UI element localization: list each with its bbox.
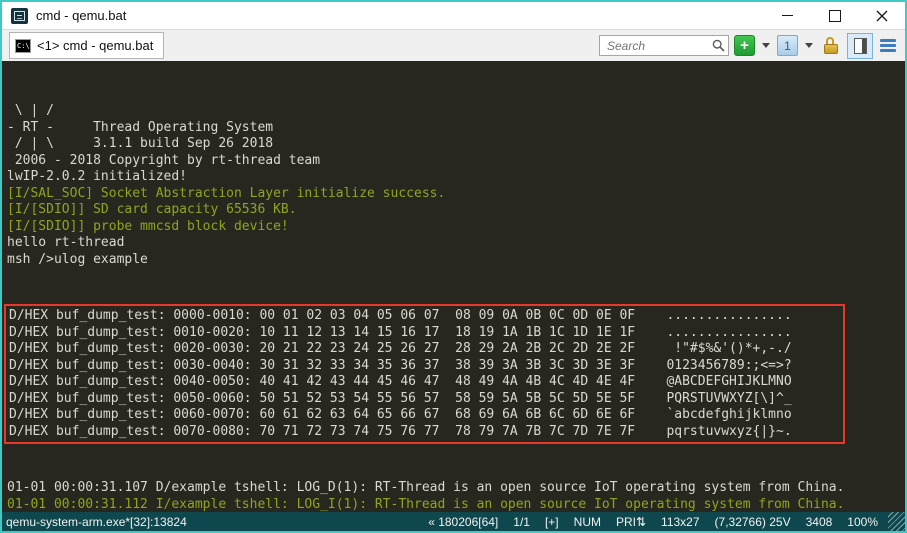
title-bar: cmd - qemu.bat: [2, 2, 905, 29]
status-segment[interactable]: 3408: [806, 515, 833, 529]
hexdump-line: D/HEX buf_dump_test: 0020-0030: 20 21 22…: [9, 341, 843, 358]
search-icon[interactable]: [712, 39, 725, 52]
maximize-icon: [829, 10, 841, 22]
close-icon: [876, 10, 888, 22]
window-switch-button[interactable]: 1: [777, 35, 798, 56]
terminal-line: 01-01 00:00:31.112 I/example tshell: LOG…: [7, 497, 905, 513]
lock-icon[interactable]: [823, 37, 839, 55]
status-segment[interactable]: NUM: [574, 515, 601, 529]
status-bar: qemu-system-arm.exe*[32]:13824 « 180206[…: [2, 512, 905, 531]
conemu-app-icon: [11, 8, 28, 24]
hexdump-highlight-box: D/HEX buf_dump_test: 0000-0010: 00 01 02…: [4, 304, 845, 444]
search-input[interactable]: [605, 38, 712, 54]
maximize-button[interactable]: [811, 2, 858, 29]
hexdump-line: D/HEX buf_dump_test: 0060-0070: 60 61 62…: [9, 407, 843, 424]
status-segment[interactable]: (7,32766) 25V: [715, 515, 791, 529]
hexdump-line: D/HEX buf_dump_test: 0040-0050: 40 41 42…: [9, 374, 843, 391]
terminal-line: 2006 - 2018 Copyright by rt-thread team: [7, 153, 905, 170]
terminal-output[interactable]: \ | /- RT - Thread Operating System / | …: [2, 61, 905, 512]
status-segment[interactable]: [+]: [545, 515, 559, 529]
minimize-icon: [782, 15, 793, 16]
toggle-sidebar-button[interactable]: [847, 33, 873, 59]
hexdump-line: D/HEX buf_dump_test: 0030-0040: 30 31 32…: [9, 358, 843, 375]
status-process: qemu-system-arm.exe*[32]:13824: [6, 515, 187, 529]
status-segment[interactable]: PRI⇅: [616, 515, 646, 529]
terminal-line: hello rt-thread: [7, 235, 905, 252]
search-box: [599, 35, 729, 56]
terminal-ulog-log: 01-01 00:00:31.107 D/example tshell: LOG…: [7, 480, 905, 512]
new-console-button[interactable]: +: [734, 35, 755, 56]
chevron-down-icon: [805, 43, 813, 48]
resize-grip-icon[interactable]: [888, 512, 905, 531]
terminal-line: - RT - Thread Operating System: [7, 120, 905, 137]
terminal-boot-log: \ | /- RT - Thread Operating System / | …: [7, 103, 905, 268]
status-segment[interactable]: « 180206[64]: [428, 515, 498, 529]
status-segment[interactable]: 113x27: [661, 515, 699, 529]
conemu-window: cmd - qemu.bat C:\ <1> cmd - qemu.bat: [0, 0, 907, 533]
terminal-line: [I/[SDIO]] probe mmcsd block device!: [7, 219, 905, 236]
window-controls: [764, 2, 905, 29]
side-panel-icon: [854, 38, 867, 54]
terminal-line: msh />ulog example: [7, 252, 905, 269]
hexdump-line: D/HEX buf_dump_test: 0050-0060: 50 51 52…: [9, 391, 843, 408]
main-menu-button[interactable]: [878, 37, 898, 54]
chevron-down-icon: [762, 43, 770, 48]
window-title: cmd - qemu.bat: [36, 8, 126, 23]
tab-bar: C:\ <1> cmd - qemu.bat + 1: [2, 29, 905, 61]
hexdump-line: D/HEX buf_dump_test: 0070-0080: 70 71 72…: [9, 424, 843, 441]
hexdump-line: D/HEX buf_dump_test: 0000-0010: 00 01 02…: [9, 308, 843, 325]
terminal-line: / | \ 3.1.1 build Sep 26 2018: [7, 136, 905, 153]
close-button[interactable]: [858, 2, 905, 29]
window-switch-dropdown[interactable]: [803, 43, 815, 48]
tab-label: <1> cmd - qemu.bat: [37, 38, 153, 53]
terminal-line: lwIP-2.0.2 initialized!: [7, 169, 905, 186]
status-segment[interactable]: 100%: [847, 515, 878, 529]
tab-cmd-qemu[interactable]: C:\ <1> cmd - qemu.bat: [9, 32, 164, 59]
status-indicators: « 180206[64] 1/1 [+] NUM PRI⇅ 113x27 (7,32766)…: [428, 515, 878, 529]
hexdump-line: D/HEX buf_dump_test: 0010-0020: 10 11 12…: [9, 325, 843, 342]
terminal-line: 01-01 00:00:31.107 D/example tshell: LOG…: [7, 480, 905, 497]
minimize-button[interactable]: [764, 2, 811, 29]
terminal-line: [I/[SDIO]] SD card capacity 65536 KB.: [7, 202, 905, 219]
terminal-line: [I/SAL_SOC] Socket Abstraction Layer ini…: [7, 186, 905, 203]
cmd-prompt-icon: C:\: [15, 39, 31, 53]
status-segment[interactable]: 1/1: [513, 515, 530, 529]
terminal-line: \ | /: [7, 103, 905, 120]
new-console-dropdown[interactable]: [760, 43, 772, 48]
